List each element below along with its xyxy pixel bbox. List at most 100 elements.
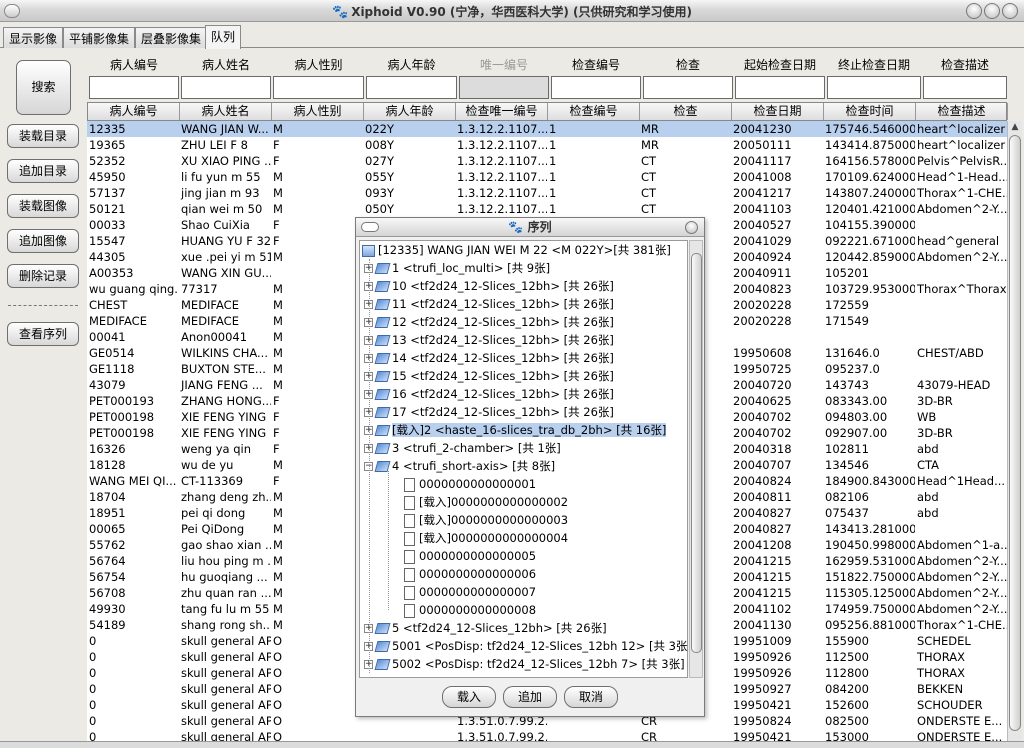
table-scrollbar[interactable]: ▲	[1007, 121, 1022, 744]
tree-series-item[interactable]: +12 <tf2d24_12-Slices_12bh> [共 26张]	[364, 313, 614, 331]
tab-tile-imageset[interactable]: 平铺影像集	[63, 27, 136, 48]
dialog-menu-icon[interactable]	[361, 222, 379, 232]
tree-scrollbar-thumb[interactable]	[691, 253, 702, 653]
table-cell: 1	[549, 138, 557, 152]
column-header[interactable]: 病人性别	[272, 103, 364, 120]
column-header[interactable]: 检查描述	[916, 103, 1008, 120]
table-cell: 20041230	[733, 122, 792, 136]
delete-record-button[interactable]: 删除记录	[7, 264, 79, 288]
search-button[interactable]: 搜索	[16, 60, 71, 115]
view-series-button[interactable]: 查看序列	[7, 322, 79, 346]
window-title: Xiphoid V0.90 (宁净，华西医科大学) (只供研究和学习使用)	[351, 5, 692, 19]
paw-logo-icon: 🐾	[332, 5, 349, 20]
column-header[interactable]: 检查唯一编号	[456, 103, 548, 120]
table-cell: 19950926	[733, 666, 792, 680]
tab-display-image[interactable]: 显示影像	[3, 27, 64, 48]
filter-input[interactable]	[551, 76, 641, 99]
series-icon	[374, 263, 391, 274]
separator	[8, 305, 78, 306]
tree-label: [载入]2 <haste_16-slices_tra_db_2bh> [共 16…	[392, 423, 667, 437]
column-header[interactable]: 病人年龄	[364, 103, 456, 120]
table-cell: 52352	[89, 154, 126, 168]
tree-series-item[interactable]: +17 <tf2d24_12-Slices_12bh> [共 26张]	[364, 403, 614, 421]
column-header[interactable]: 检查日期	[732, 103, 824, 120]
table-row[interactable]: 50121 qian wei m 50 M 050Y 1.3.12.2.1107....…	[87, 201, 1007, 217]
table-cell: MEDIFACE	[181, 314, 239, 328]
table-row[interactable]: 12335 WANG JIAN W... M 022Y 1.3.12.2.1107...…	[87, 121, 1007, 137]
tree-series-item[interactable]: +15 <tf2d24_12-Slices_12bh> [共 26张]	[364, 367, 614, 385]
filter-input[interactable]	[273, 76, 364, 99]
filter-input[interactable]	[827, 76, 921, 99]
tree-series-item[interactable]: +5001 <PosDisp: tf2d24_12-Slices_12bh 12…	[364, 637, 687, 655]
tree-label: 3 <trufi_2-chamber> [共 1张]	[392, 441, 561, 455]
load-image-button[interactable]: 装载图像	[7, 194, 79, 218]
tree-image-item[interactable]: [载入]0000000000000002	[404, 493, 568, 511]
table-cell: F	[273, 474, 280, 488]
tree-series-item[interactable]: +10 <tf2d24_12-Slices_12bh> [共 26张]	[364, 277, 614, 295]
tree-series-item[interactable]: +14 <tf2d24_12-Slices_12bh> [共 26张]	[364, 349, 614, 367]
tree-image-item[interactable]: 0000000000000001	[404, 475, 536, 493]
table-cell: 1	[549, 154, 557, 168]
column-header[interactable]: 病人编号	[88, 103, 180, 120]
cancel-button[interactable]: 取消	[564, 686, 618, 708]
tree-image-item[interactable]: [载入]0000000000000003	[404, 511, 568, 529]
tree-series-item[interactable]: +3 <trufi_2-chamber> [共 1张]	[364, 439, 561, 457]
table-cell: 57137	[89, 186, 126, 200]
maximize-icon[interactable]	[984, 3, 1000, 19]
column-header[interactable]: 病人姓名	[180, 103, 272, 120]
column-header[interactable]: 检查编号	[548, 103, 640, 120]
tree-label: 0000000000000001	[419, 477, 537, 491]
append-image-button[interactable]: 追加图像	[7, 229, 79, 253]
filter-input[interactable]	[181, 76, 271, 99]
tab-stack-imageset[interactable]: 层叠影像集	[135, 27, 208, 48]
table-cell: 20040823	[733, 282, 792, 296]
tree-root[interactable]: [12335] WANG JIAN WEI M 22 <M 022Y>[共 38…	[362, 241, 671, 259]
tree-scrollbar[interactable]	[689, 240, 703, 678]
table-cell: hu guoqiang ...	[181, 570, 268, 584]
filter-input[interactable]	[923, 76, 1007, 99]
tree-series-item[interactable]: +11 <tf2d24_12-Slices_12bh> [共 26张]	[364, 295, 614, 313]
filter-input[interactable]	[89, 76, 179, 99]
tree-image-item[interactable]: 0000000000000006	[404, 565, 536, 583]
filter-label: 病人年龄	[387, 58, 436, 72]
column-header[interactable]: 检查	[640, 103, 732, 120]
table-cell: 092221.671000	[825, 234, 915, 248]
load-button[interactable]: 载入	[442, 686, 496, 708]
filter-input[interactable]	[643, 76, 733, 99]
table-row[interactable]: 52352 XU XIAO PING ... F 027Y 1.3.12.2.1107.…	[87, 153, 1007, 169]
scrollbar-thumb[interactable]	[1009, 135, 1021, 731]
table-cell: 20040707	[733, 458, 792, 472]
tree-image-item[interactable]: 0000000000000005	[404, 547, 536, 565]
tree-image-item[interactable]: [载入]0000000000000004	[404, 529, 568, 547]
tree-image-item[interactable]: 0000000000000007	[404, 583, 536, 601]
table-row[interactable]: 57137 jing jian m 93 M 093Y 1.3.12.2.1107...…	[87, 185, 1007, 201]
append-button[interactable]: 追加	[503, 686, 557, 708]
tree-series-item[interactable]: + [载入]2 <haste_16-slices_tra_db_2bh> [共 1…	[364, 421, 667, 439]
table-row[interactable]: 19365 ZHU LEI F 8 F 008Y 1.3.12.2.1107.... 1 M…	[87, 137, 1007, 153]
table-cell: 1.3.12.2.1107....	[457, 202, 547, 216]
tree-series-item[interactable]: +5002 <PosDisp: tf2d24_12-Slices_12bh 7>…	[364, 655, 685, 673]
filter-input[interactable]	[735, 76, 825, 99]
close-icon[interactable]	[1002, 3, 1018, 19]
table-cell: ZHU LEI F 8	[181, 138, 248, 152]
tree-series-item[interactable]: +1 <trufi_loc_multi> [共 9张]	[364, 259, 550, 277]
tree-label: [载入]0000000000000002	[419, 495, 569, 509]
tree-series-item[interactable]: +16 <tf2d24_12-Slices_12bh> [共 26张]	[364, 385, 614, 403]
append-catalog-button[interactable]: 追加目录	[7, 159, 79, 183]
table-cell: 20040318	[733, 442, 792, 456]
table-row[interactable]: 45950 li fu yun m 55 M 055Y 1.3.12.2.1107...…	[87, 169, 1007, 185]
tree-series-item[interactable]: +5 <tf2d24_12-Slices_12bh> [共 26张]	[364, 619, 607, 637]
tab-queue[interactable]: 队列	[205, 25, 242, 49]
column-header[interactable]: 检查时间	[824, 103, 916, 120]
tree-image-item[interactable]: 0000000000000008	[404, 601, 536, 619]
table-cell: 00041	[89, 330, 126, 344]
dialog-close-icon[interactable]	[685, 221, 698, 234]
tree-series-item[interactable]: −4 <trufi_short-axis> [共 8张]	[364, 457, 555, 475]
scroll-up-icon[interactable]: ▲	[1008, 121, 1022, 134]
table-cell: 143743	[825, 378, 869, 392]
filter-label: 病人性别	[294, 58, 343, 72]
load-catalog-button[interactable]: 装载目录	[7, 124, 79, 148]
filter-input[interactable]	[366, 76, 457, 99]
minimize-icon[interactable]	[966, 3, 982, 19]
tree-series-item[interactable]: +13 <tf2d24_12-Slices_12bh> [共 26张]	[364, 331, 614, 349]
